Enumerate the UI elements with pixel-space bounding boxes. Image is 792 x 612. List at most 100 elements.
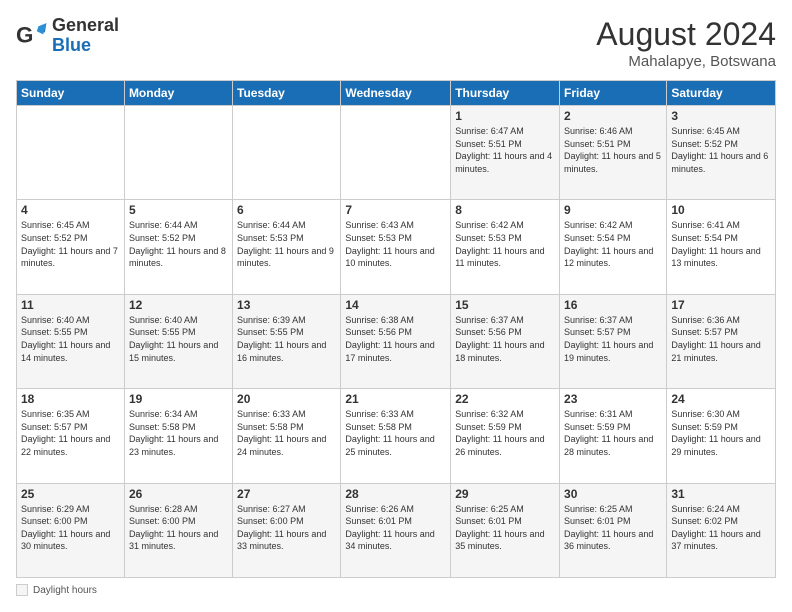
day-number: 5 — [129, 203, 228, 217]
calendar-header-row: Sunday Monday Tuesday Wednesday Thursday… — [17, 81, 776, 106]
col-saturday: Saturday — [667, 81, 776, 106]
day-number: 24 — [671, 392, 771, 406]
calendar-cell — [124, 106, 232, 200]
calendar-week-1: 1 Sunrise: 6:47 AMSunset: 5:51 PMDaylight… — [17, 106, 776, 200]
day-info: Sunrise: 6:42 AMSunset: 5:54 PMDaylight:… — [564, 219, 662, 269]
calendar-cell: 11 Sunrise: 6:40 AMSunset: 5:55 PMDayligh… — [17, 294, 125, 388]
day-number: 1 — [455, 109, 555, 123]
day-number: 20 — [237, 392, 336, 406]
svg-text:G: G — [16, 22, 33, 47]
calendar-week-5: 25 Sunrise: 6:29 AMSunset: 6:00 PMDayligh… — [17, 483, 776, 577]
day-info: Sunrise: 6:32 AMSunset: 5:59 PMDaylight:… — [455, 408, 555, 458]
day-info: Sunrise: 6:25 AMSunset: 6:01 PMDaylight:… — [564, 503, 662, 553]
calendar-cell: 8Sunrise: 6:42 AMSunset: 5:53 PMDaylight… — [451, 200, 560, 294]
calendar-cell: 2 Sunrise: 6:46 AMSunset: 5:51 PMDaylight… — [560, 106, 667, 200]
calendar-cell: 27 Sunrise: 6:27 AMSunset: 6:00 PMDayligh… — [233, 483, 341, 577]
day-info: Sunrise: 6:46 AMSunset: 5:51 PMDaylight:… — [564, 125, 662, 175]
logo-general-text: General — [52, 16, 119, 36]
calendar-week-2: 4Sunrise: 6:45 AMSunset: 5:52 PMDaylight… — [17, 200, 776, 294]
calendar-cell: 17 Sunrise: 6:36 AMSunset: 5:57 PMDayligh… — [667, 294, 776, 388]
location: Mahalapye, Botswana — [596, 53, 776, 70]
calendar-cell: 3Sunrise: 6:45 AMSunset: 5:52 PMDaylight… — [667, 106, 776, 200]
calendar-cell — [341, 106, 451, 200]
logo-blue-text: Blue — [52, 36, 119, 56]
calendar-cell: 1 Sunrise: 6:47 AMSunset: 5:51 PMDaylight… — [451, 106, 560, 200]
footer: Daylight hours — [16, 584, 776, 596]
calendar-table: Sunday Monday Tuesday Wednesday Thursday… — [16, 80, 776, 578]
calendar-cell: 24Sunrise: 6:30 AMSunset: 5:59 PMDayligh… — [667, 389, 776, 483]
day-number: 10 — [671, 203, 771, 217]
day-info: Sunrise: 6:38 AMSunset: 5:56 PMDaylight:… — [345, 314, 446, 364]
col-monday: Monday — [124, 81, 232, 106]
day-number: 26 — [129, 487, 228, 501]
day-number: 11 — [21, 298, 120, 312]
calendar-cell: 22Sunrise: 6:32 AMSunset: 5:59 PMDayligh… — [451, 389, 560, 483]
day-number: 14 — [345, 298, 446, 312]
logo: G General Blue — [16, 16, 119, 56]
calendar-cell: 28 Sunrise: 6:26 AMSunset: 6:01 PMDayligh… — [341, 483, 451, 577]
col-wednesday: Wednesday — [341, 81, 451, 106]
title-block: August 2024 Mahalapye, Botswana — [596, 16, 776, 70]
calendar-cell: 7Sunrise: 6:43 AMSunset: 5:53 PMDaylight… — [341, 200, 451, 294]
day-info: Sunrise: 6:27 AMSunset: 6:00 PMDaylight:… — [237, 503, 336, 553]
day-info: Sunrise: 6:39 AMSunset: 5:55 PMDaylight:… — [237, 314, 336, 364]
calendar-cell — [233, 106, 341, 200]
day-number: 30 — [564, 487, 662, 501]
calendar-cell: 18 Sunrise: 6:35 AMSunset: 5:57 PMDayligh… — [17, 389, 125, 483]
day-number: 7 — [345, 203, 446, 217]
calendar-cell: 10 Sunrise: 6:41 AMSunset: 5:54 PMDayligh… — [667, 200, 776, 294]
calendar-cell: 5 Sunrise: 6:44 AMSunset: 5:52 PMDaylight… — [124, 200, 232, 294]
day-info: Sunrise: 6:33 AMSunset: 5:58 PMDaylight:… — [345, 408, 446, 458]
calendar-cell: 26 Sunrise: 6:28 AMSunset: 6:00 PMDayligh… — [124, 483, 232, 577]
calendar-cell: 29Sunrise: 6:25 AMSunset: 6:01 PMDayligh… — [451, 483, 560, 577]
day-info: Sunrise: 6:31 AMSunset: 5:59 PMDaylight:… — [564, 408, 662, 458]
day-number: 6 — [237, 203, 336, 217]
calendar-week-3: 11 Sunrise: 6:40 AMSunset: 5:55 PMDayligh… — [17, 294, 776, 388]
day-number: 27 — [237, 487, 336, 501]
day-info: Sunrise: 6:45 AMSunset: 5:52 PMDaylight:… — [21, 219, 120, 269]
day-info: Sunrise: 6:36 AMSunset: 5:57 PMDaylight:… — [671, 314, 771, 364]
calendar-cell: 30 Sunrise: 6:25 AMSunset: 6:01 PMDayligh… — [560, 483, 667, 577]
day-info: Sunrise: 6:26 AMSunset: 6:01 PMDaylight:… — [345, 503, 446, 553]
day-info: Sunrise: 6:47 AMSunset: 5:51 PMDaylight:… — [455, 125, 555, 175]
day-info: Sunrise: 6:40 AMSunset: 5:55 PMDaylight:… — [129, 314, 228, 364]
day-number: 28 — [345, 487, 446, 501]
day-number: 8 — [455, 203, 555, 217]
month-year: August 2024 — [596, 16, 776, 53]
calendar-cell: 31 Sunrise: 6:24 AMSunset: 6:02 PMDayligh… — [667, 483, 776, 577]
day-number: 18 — [21, 392, 120, 406]
day-number: 19 — [129, 392, 228, 406]
legend-box — [16, 584, 28, 596]
calendar-cell: 14 Sunrise: 6:38 AMSunset: 5:56 PMDayligh… — [341, 294, 451, 388]
day-info: Sunrise: 6:44 AMSunset: 5:52 PMDaylight:… — [129, 219, 228, 269]
day-number: 2 — [564, 109, 662, 123]
calendar-cell: 21 Sunrise: 6:33 AMSunset: 5:58 PMDayligh… — [341, 389, 451, 483]
calendar-cell: 13Sunrise: 6:39 AMSunset: 5:55 PMDayligh… — [233, 294, 341, 388]
day-info: Sunrise: 6:37 AMSunset: 5:56 PMDaylight:… — [455, 314, 555, 364]
col-tuesday: Tuesday — [233, 81, 341, 106]
day-info: Sunrise: 6:41 AMSunset: 5:54 PMDaylight:… — [671, 219, 771, 269]
page: G General Blue August 2024 Mahalapye, Bo… — [0, 0, 792, 612]
day-number: 12 — [129, 298, 228, 312]
day-info: Sunrise: 6:34 AMSunset: 5:58 PMDaylight:… — [129, 408, 228, 458]
calendar-cell: 23Sunrise: 6:31 AMSunset: 5:59 PMDayligh… — [560, 389, 667, 483]
calendar-cell: 4Sunrise: 6:45 AMSunset: 5:52 PMDaylight… — [17, 200, 125, 294]
day-number: 25 — [21, 487, 120, 501]
day-info: Sunrise: 6:40 AMSunset: 5:55 PMDaylight:… — [21, 314, 120, 364]
day-info: Sunrise: 6:35 AMSunset: 5:57 PMDaylight:… — [21, 408, 120, 458]
day-number: 17 — [671, 298, 771, 312]
day-number: 21 — [345, 392, 446, 406]
day-info: Sunrise: 6:24 AMSunset: 6:02 PMDaylight:… — [671, 503, 771, 553]
day-info: Sunrise: 6:25 AMSunset: 6:01 PMDaylight:… — [455, 503, 555, 553]
col-sunday: Sunday — [17, 81, 125, 106]
day-info: Sunrise: 6:37 AMSunset: 5:57 PMDaylight:… — [564, 314, 662, 364]
col-friday: Friday — [560, 81, 667, 106]
logo-text: General Blue — [52, 16, 119, 56]
day-info: Sunrise: 6:28 AMSunset: 6:00 PMDaylight:… — [129, 503, 228, 553]
day-number: 31 — [671, 487, 771, 501]
calendar-cell: 15Sunrise: 6:37 AMSunset: 5:56 PMDayligh… — [451, 294, 560, 388]
calendar-cell: 19 Sunrise: 6:34 AMSunset: 5:58 PMDayligh… — [124, 389, 232, 483]
day-info: Sunrise: 6:29 AMSunset: 6:00 PMDaylight:… — [21, 503, 120, 553]
day-number: 9 — [564, 203, 662, 217]
calendar-cell: 20Sunrise: 6:33 AMSunset: 5:58 PMDayligh… — [233, 389, 341, 483]
